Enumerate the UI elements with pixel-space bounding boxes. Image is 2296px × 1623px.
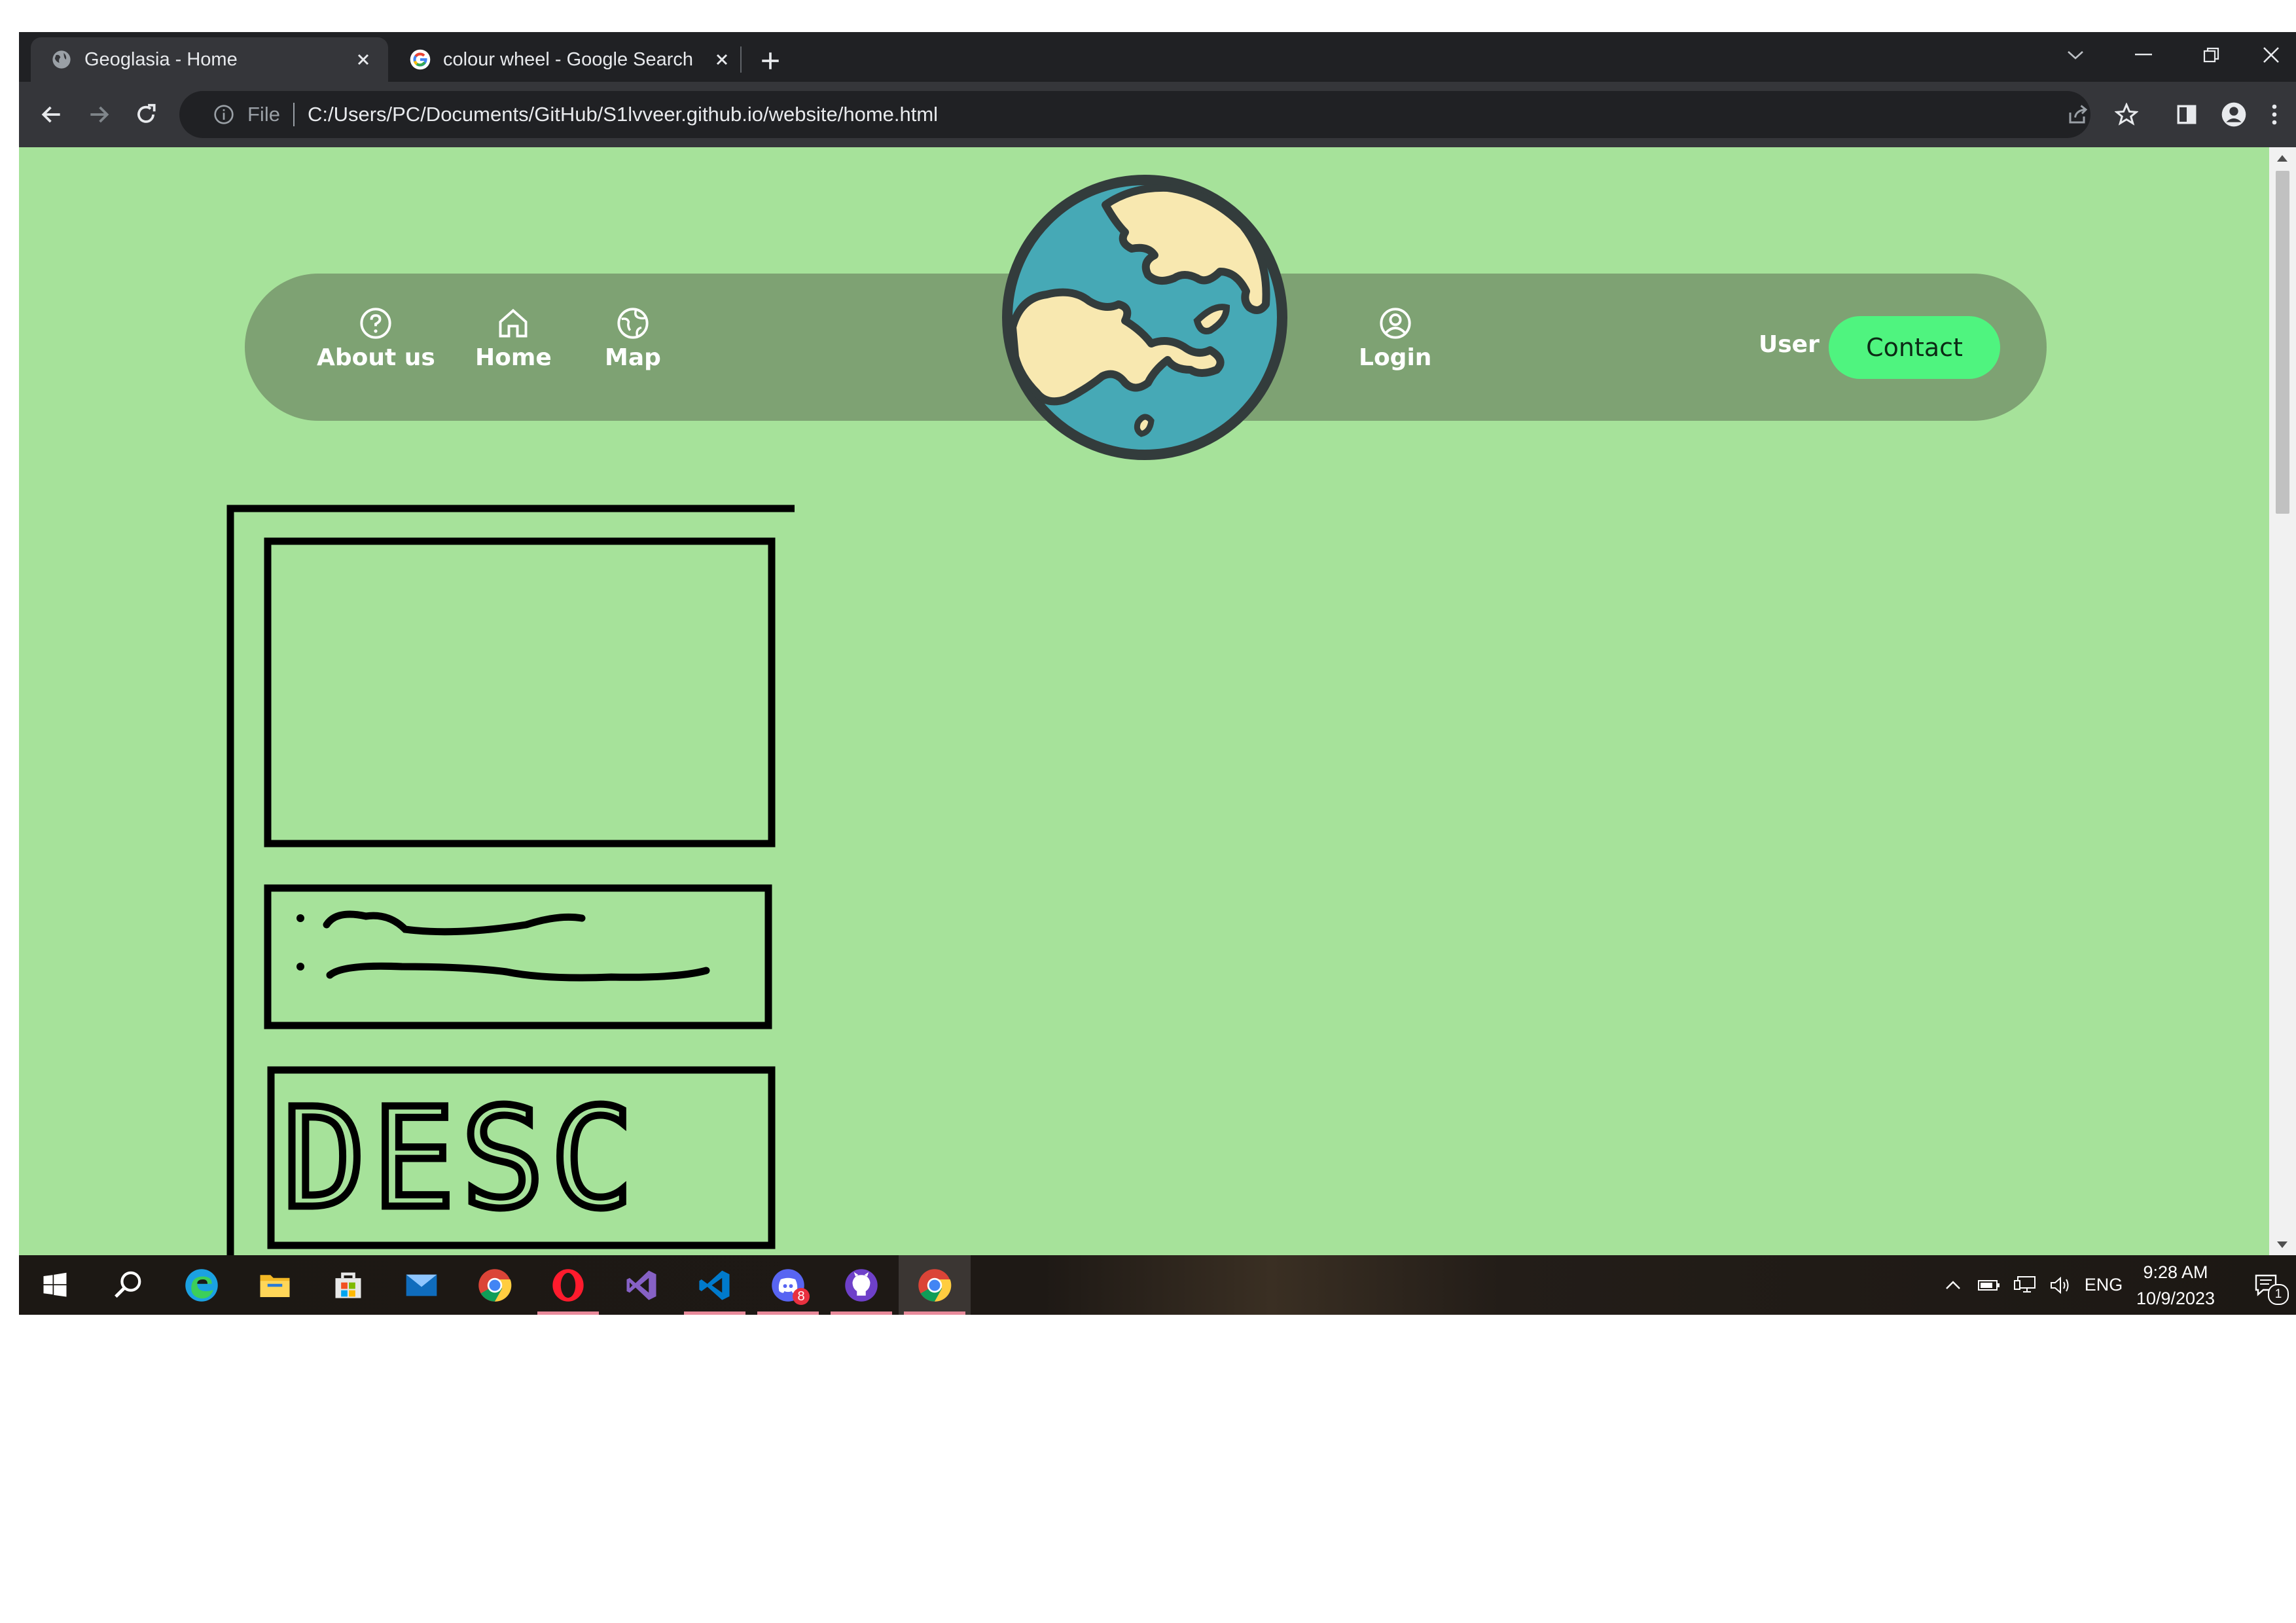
- clock-time: 9:28 AM: [2143, 1262, 2208, 1282]
- browser-toolbar: File C:/Users/PC/Documents/GitHub/S1lvve…: [19, 82, 2296, 147]
- search-icon[interactable]: [92, 1255, 164, 1315]
- nav-map[interactable]: Map: [605, 306, 661, 371]
- contact-button[interactable]: Contact: [1829, 316, 2000, 379]
- tab-title: colour wheel - Google Search: [443, 48, 694, 70]
- nav-about-us[interactable]: About us: [317, 306, 435, 371]
- tab-geoglasia-home[interactable]: Geoglasia - Home: [31, 37, 388, 82]
- sketch-scribble: [326, 962, 710, 982]
- url-text[interactable]: C:/Users/PC/Documents/GitHub/S1lvveer.gi…: [308, 103, 938, 126]
- chrome-icon[interactable]: [459, 1255, 531, 1315]
- github-desktop-icon[interactable]: [825, 1255, 897, 1315]
- opera-icon[interactable]: [532, 1255, 604, 1315]
- tab-colour-wheel-search[interactable]: colour wheel - Google Search: [389, 37, 747, 82]
- sketch-bullet: [296, 914, 304, 922]
- sketch-scribble: [323, 910, 586, 936]
- url-scheme: File: [247, 103, 280, 126]
- scroll-thumb[interactable]: [2276, 171, 2289, 514]
- url-separator: [293, 103, 295, 126]
- network-icon[interactable]: [2009, 1255, 2041, 1315]
- tab-search-chevron-icon[interactable]: [2041, 32, 2109, 78]
- new-tab-button[interactable]: [752, 43, 789, 79]
- back-button[interactable]: [35, 98, 69, 132]
- google-favicon: [410, 49, 431, 70]
- tray-overflow-chevron-icon[interactable]: [1937, 1255, 1969, 1315]
- close-tab-icon[interactable]: [709, 46, 735, 73]
- tab-divider: [740, 46, 742, 73]
- start-icon[interactable]: [19, 1255, 91, 1315]
- discord-icon[interactable]: 8: [752, 1255, 824, 1315]
- reload-button[interactable]: [129, 98, 163, 132]
- minimize-button[interactable]: [2109, 32, 2178, 78]
- mail-icon[interactable]: [386, 1255, 457, 1315]
- notification-count: 1: [2268, 1284, 2289, 1305]
- discord-badge: 8: [793, 1288, 810, 1305]
- nav-home[interactable]: Home: [475, 306, 552, 371]
- nav-label: Login: [1359, 344, 1432, 371]
- profile-icon[interactable]: [2210, 91, 2257, 138]
- page-scrollbar[interactable]: [2269, 147, 2296, 1255]
- close-tab-icon[interactable]: [350, 46, 376, 73]
- nav-label: Home: [475, 344, 552, 371]
- tab-strip: Geoglasia - Home colour wheel - Google S…: [19, 32, 2296, 82]
- nav-label: Map: [605, 344, 661, 371]
- scroll-down-arrow[interactable]: [2277, 1241, 2287, 1248]
- question-icon: [360, 308, 392, 339]
- sketch-desc-text: DESC: [283, 1079, 640, 1239]
- browser-window: Geoglasia - Home colour wheel - Google S…: [19, 32, 2296, 1315]
- sketch-list-box: [264, 884, 772, 1029]
- battery-icon[interactable]: [1973, 1255, 2005, 1315]
- close-window-button[interactable]: [2246, 32, 2296, 78]
- edge-icon[interactable]: [166, 1255, 238, 1315]
- clock[interactable]: 9:28 AM 10/9/2023: [2123, 1259, 2228, 1311]
- volume-icon[interactable]: [2044, 1255, 2077, 1315]
- user-link[interactable]: User: [1759, 331, 1820, 358]
- scroll-up-arrow[interactable]: [2277, 155, 2287, 162]
- wireframe-sketch: DESC: [226, 505, 795, 1255]
- chrome-icon[interactable]: [899, 1255, 971, 1315]
- language-indicator[interactable]: ENG: [2084, 1255, 2123, 1315]
- sketch-image-box: [264, 537, 776, 847]
- home-icon: [499, 308, 528, 338]
- clock-date: 10/9/2023: [2136, 1289, 2215, 1308]
- file-explorer-icon[interactable]: [239, 1255, 311, 1315]
- globe-favicon: [52, 50, 71, 69]
- side-panel-icon[interactable]: [2163, 91, 2210, 138]
- address-bar[interactable]: File C:/Users/PC/Documents/GitHub/S1lvve…: [179, 91, 2090, 138]
- forward-button[interactable]: [82, 98, 116, 132]
- tab-title: Geoglasia - Home: [84, 48, 238, 70]
- notification-center-icon[interactable]: 1: [2244, 1255, 2290, 1315]
- visual-studio-icon[interactable]: [605, 1255, 677, 1315]
- restore-button[interactable]: [2178, 32, 2246, 78]
- vscode-icon[interactable]: [679, 1255, 751, 1315]
- windows-taskbar: 8 ENG 9:28 AM 10/9/2023 1: [19, 1255, 2296, 1315]
- store-icon[interactable]: [312, 1255, 384, 1315]
- nav-label: About us: [317, 344, 435, 371]
- globe-logo[interactable]: [1001, 173, 1289, 461]
- nav-login[interactable]: Login: [1359, 306, 1431, 371]
- menu-kebab-icon[interactable]: [2257, 91, 2291, 138]
- info-icon[interactable]: [213, 104, 234, 125]
- globe-icon: [617, 308, 649, 339]
- bookmark-star-icon[interactable]: [2103, 91, 2150, 138]
- sketch-bullet: [296, 963, 304, 971]
- page-viewport: About us Home Map Login User Contact DES…: [19, 147, 2269, 1255]
- user-circle-icon: [1380, 308, 1411, 339]
- share-icon[interactable]: [2054, 91, 2102, 138]
